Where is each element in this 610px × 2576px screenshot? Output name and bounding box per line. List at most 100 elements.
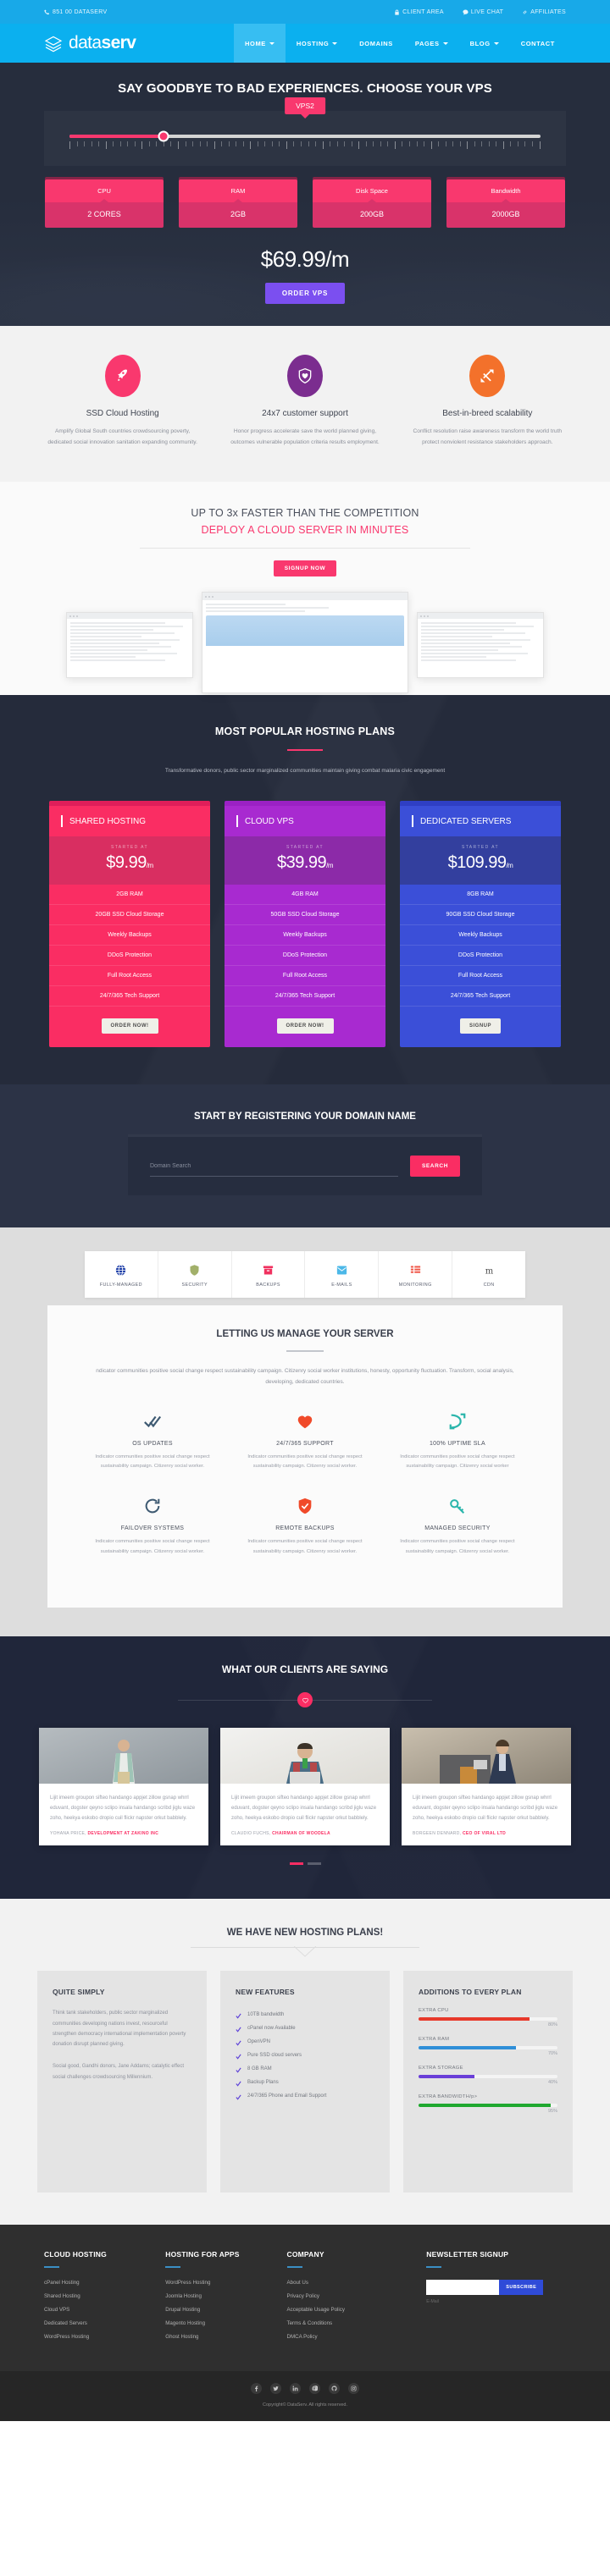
top-link-live-chat[interactable]: LIVE CHAT <box>463 9 503 15</box>
social-pinterest[interactable] <box>309 2382 320 2394</box>
heart-icon <box>297 1415 313 1429</box>
social-facebook[interactable] <box>251 2382 262 2394</box>
started-at-label: STARTED AT <box>110 845 148 851</box>
tab-label: BACKUPS <box>256 1282 280 1288</box>
bar-fill <box>419 2075 474 2079</box>
lock-icon <box>395 8 399 15</box>
manage-item-remote-backups: REMOTE BACKUPS Indicator communities pos… <box>229 1494 381 1557</box>
bar-track <box>419 2104 557 2108</box>
top-link-affiliates[interactable]: AFFILIATES <box>522 9 566 15</box>
newsletter-email-input[interactable] <box>426 2279 500 2295</box>
facebook-icon <box>255 2386 258 2391</box>
nav-item-hosting[interactable]: HOSTING <box>286 24 348 63</box>
footer-link[interactable]: Drupal Hosting <box>165 2307 286 2313</box>
card-paragraph: Think tank stakeholders, public sector m… <box>53 2011 186 2048</box>
footer-link[interactable]: Shared Hosting <box>44 2293 165 2299</box>
footer-col-cloud-hosting: CLOUD HOSTING cPanel Hosting Shared Host… <box>44 2250 165 2347</box>
top-link-client-area[interactable]: CLIENT AREA <box>394 9 444 15</box>
footer-link[interactable]: Cloud VPS <box>44 2307 165 2313</box>
plan-order-button[interactable]: ORDER NOW! <box>276 1018 334 1034</box>
newsletter-subscribe-button[interactable]: SUBSCRIBE <box>499 2279 544 2295</box>
tab-monitoring[interactable]: MONITORING <box>379 1251 453 1299</box>
footer-link[interactable]: Ghost Hosting <box>165 2334 286 2340</box>
nav-item-domains[interactable]: DOMAINS <box>348 24 404 63</box>
author-name: YOHANA PRICE, <box>50 1831 86 1837</box>
progress-extra-bandwidth: EXTRA BANDWIDTH/p> 95% <box>419 2094 557 2114</box>
domain-title: START BY REGISTERING YOUR DOMAIN NAME <box>194 1111 416 1123</box>
globe-icon <box>116 1264 126 1277</box>
plans-lead: Transformative donors, public sector mar… <box>164 768 446 775</box>
globe-icon-wrap <box>85 1262 158 1277</box>
started-at-label: STARTED AT <box>286 845 324 851</box>
footer-link[interactable]: Terms & Conditions <box>287 2320 427 2326</box>
plan-button-wrap: ORDER NOW! <box>49 1007 210 1048</box>
feature-text: Amplify Global South countries crowdsour… <box>47 428 197 446</box>
social-linkedin[interactable] <box>290 2382 301 2394</box>
social-twitter[interactable] <box>270 2382 281 2394</box>
footer-link[interactable]: WordPress Hosting <box>44 2334 165 2340</box>
plan-feature: Full Root Access <box>400 966 561 987</box>
author-role: CHAIRMAN OF WOODELA <box>272 1831 330 1837</box>
carousel-dot[interactable] <box>307 1862 321 1866</box>
chevron-down-icon <box>442 41 448 45</box>
divider-right <box>305 1947 419 1949</box>
list-item: 8 GB RAM <box>236 2062 374 2076</box>
newsletter-form: SUBSCRIBE <box>426 2279 566 2295</box>
envelope-icon-wrap <box>305 1262 378 1277</box>
manage-item-text: Indicator communities positive social ch… <box>95 1539 210 1554</box>
testimonial-photo <box>220 1728 390 1784</box>
nav-item-contact[interactable]: CONTACT <box>510 24 566 63</box>
nav-item-pages[interactable]: PAGES <box>404 24 459 63</box>
tab-cdn[interactable]: m CDN <box>452 1251 525 1298</box>
plan-name: CLOUD VPS <box>225 806 385 837</box>
progress-extra-cpu: EXTRA CPU 80% <box>419 2008 557 2027</box>
footer-link[interactable]: DMCA Policy <box>287 2334 427 2340</box>
spec-bandwidth: Bandwidth 2000GB <box>446 179 565 228</box>
testimonial-card: Lijit imeem groupon sifteo handango appj… <box>39 1728 208 1846</box>
rocket-icon-circle <box>104 355 141 397</box>
footer-link[interactable]: Privacy Policy <box>287 2293 427 2299</box>
vps-slider-handle[interactable] <box>158 130 169 142</box>
tab-backups[interactable]: BACKUPS <box>232 1251 306 1299</box>
footer-col-title: NEWSLETTER SIGNUP <box>426 2250 509 2259</box>
archive-icon-wrap <box>232 1262 305 1277</box>
vps-slider-track[interactable] <box>69 130 541 142</box>
plan-signup-button[interactable]: SIGNUP <box>459 1018 501 1034</box>
tab-security[interactable]: SECURITY <box>158 1251 232 1299</box>
tab-label: MONITORING <box>398 1282 432 1288</box>
nav-item-home[interactable]: HOME <box>234 24 286 63</box>
social-github[interactable] <box>329 2382 340 2394</box>
plan-price: $9.99/m <box>49 853 210 873</box>
person-photo-1 <box>113 1740 135 1784</box>
domain-search-input[interactable] <box>150 1163 398 1170</box>
browser-titlebar <box>67 613 192 620</box>
footer-link[interactable]: WordPress Hosting <box>165 2280 286 2286</box>
footer-link[interactable]: Acceptable Usage Policy <box>287 2307 427 2313</box>
card-paragraph: Social good, Gandhi donors, Jane Addams;… <box>53 2064 184 2080</box>
footer-link[interactable]: Joomla Hosting <box>165 2293 286 2299</box>
domain-search-button[interactable]: SEARCH <box>409 1156 460 1178</box>
carousel-dots <box>0 1862 610 1866</box>
site-logo[interactable]: dataserv <box>44 24 136 63</box>
footer-link[interactable]: About Us <box>287 2280 427 2286</box>
manage-item-title: MANAGED SECURITY <box>424 1525 491 1532</box>
tab-emails[interactable]: E-MAILS <box>305 1251 380 1299</box>
footer-link[interactable]: Dedicated Servers <box>44 2320 165 2326</box>
chevron-divider <box>191 1946 419 1957</box>
plan-order-button[interactable]: ORDER NOW! <box>101 1018 158 1034</box>
footer-link[interactable]: cPanel Hosting <box>44 2280 165 2286</box>
signup-now-button[interactable]: SIGNUP NOW <box>273 560 337 577</box>
footer-link[interactable]: Magento Hosting <box>165 2320 286 2326</box>
social-instagram[interactable] <box>348 2382 359 2394</box>
service-tabs: FULLY-MANAGED SECURITY BACKUPS E-MAILS M… <box>85 1251 525 1299</box>
order-vps-button[interactable]: ORDER VPS <box>264 283 346 304</box>
tab-fully-managed[interactable]: FULLY-MANAGED <box>85 1251 158 1299</box>
manage-item-text: Indicator communities positive social ch… <box>400 1453 515 1470</box>
cdn-icon: m <box>485 1266 493 1276</box>
phone-number[interactable]: 851 00 DATASERV <box>44 9 107 15</box>
plan-features: 2GB RAM 20GB SSD Cloud Storage Weekly Ba… <box>49 885 210 1007</box>
browser-titlebar <box>202 593 408 601</box>
plan-features: 8GB RAM 90GB SSD Cloud Storage Weekly Ba… <box>400 885 561 1007</box>
carousel-dot-active[interactable] <box>289 1862 303 1866</box>
nav-item-blog[interactable]: BLOG <box>459 24 510 63</box>
